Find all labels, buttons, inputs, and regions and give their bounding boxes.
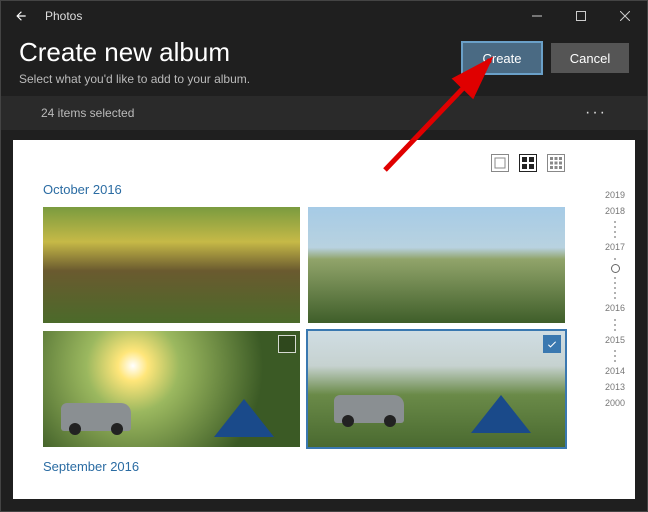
cancel-button[interactable]: Cancel <box>551 43 629 73</box>
minimize-icon <box>532 11 542 21</box>
content-area: October 2016 September 2016 <box>13 140 635 499</box>
app-title: Photos <box>41 9 82 23</box>
header-actions: Create Cancel <box>463 43 629 73</box>
timeline-current-marker[interactable] <box>611 264 620 273</box>
timeline-dots <box>614 319 616 331</box>
maximize-icon <box>576 11 586 21</box>
timeline-year[interactable]: 2014 <box>605 366 625 378</box>
create-button[interactable]: Create <box>463 43 541 73</box>
photo-scroll[interactable]: October 2016 September 2016 <box>13 140 595 499</box>
header-text: Create new album Select what you'd like … <box>19 37 463 86</box>
view-grid-small[interactable] <box>547 154 565 172</box>
photo-thumbnail[interactable] <box>308 207 565 323</box>
timeline-dots <box>614 221 616 238</box>
timeline-year[interactable]: 2017 <box>605 242 625 254</box>
more-button[interactable]: ··· <box>585 104 607 122</box>
close-icon <box>620 11 630 21</box>
selection-checkbox[interactable] <box>278 335 296 353</box>
section-header-sep[interactable]: September 2016 <box>43 459 565 474</box>
timeline-dots <box>614 258 616 260</box>
selection-bar: 24 items selected ··· <box>1 96 647 130</box>
photo-thumbnail[interactable] <box>43 207 300 323</box>
close-button[interactable] <box>603 1 647 31</box>
single-icon <box>494 157 506 169</box>
minimize-button[interactable] <box>515 1 559 31</box>
grid-medium-icon <box>522 157 534 169</box>
back-button[interactable] <box>1 1 41 31</box>
timeline-year[interactable]: 2013 <box>605 382 625 394</box>
titlebar: Photos <box>1 1 647 31</box>
photo-thumbnail[interactable] <box>308 331 565 447</box>
timeline-year[interactable]: 2018 <box>605 206 625 218</box>
window-controls <box>515 1 647 31</box>
timeline-year[interactable]: 2000 <box>605 398 625 410</box>
timeline-year[interactable]: 2019 <box>605 190 625 202</box>
page-title: Create new album <box>19 37 463 68</box>
section-header-oct[interactable]: October 2016 <box>43 182 565 197</box>
maximize-button[interactable] <box>559 1 603 31</box>
timeline-year[interactable]: 2015 <box>605 335 625 347</box>
timeline-dots <box>614 277 616 299</box>
photos-window: Photos Create new album Select what you'… <box>0 0 648 512</box>
grid-small-icon <box>550 157 562 169</box>
timeline-year[interactable]: 2016 <box>605 303 625 315</box>
photo-content <box>214 399 274 437</box>
photo-content <box>334 395 404 423</box>
timeline-dots <box>614 350 616 362</box>
arrow-left-icon <box>14 9 28 23</box>
photo-content <box>471 395 531 433</box>
selection-count: 24 items selected <box>41 106 134 120</box>
page-header: Create new album Select what you'd like … <box>1 31 647 96</box>
check-icon <box>546 338 558 350</box>
timeline-scrubber[interactable]: 2019 2018 2017 2016 2015 2014 2013 2000 <box>595 140 635 499</box>
page-subtitle: Select what you'd like to add to your al… <box>19 72 463 86</box>
photo-grid <box>43 207 565 447</box>
view-single[interactable] <box>491 154 509 172</box>
selection-checkmark[interactable] <box>543 335 561 353</box>
view-grid-medium[interactable] <box>519 154 537 172</box>
photo-content <box>61 403 131 431</box>
photo-thumbnail[interactable] <box>43 331 300 447</box>
view-toggles <box>43 154 565 172</box>
